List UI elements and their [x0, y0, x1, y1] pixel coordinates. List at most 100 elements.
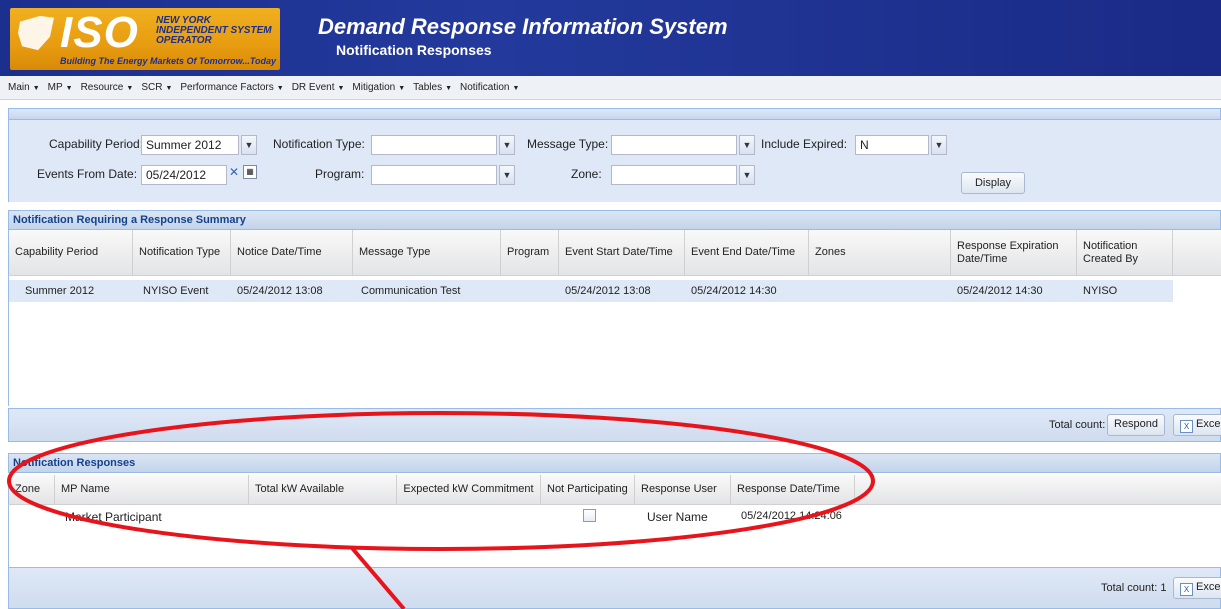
table-cell: 05/24/2012 13:08	[565, 285, 651, 297]
summary-grid-header: Capability Period Notification Type Noti…	[8, 230, 1221, 276]
column-header[interactable]: Not Participating	[541, 475, 635, 504]
chevron-down-icon[interactable]: ▼	[739, 165, 755, 185]
capability-period-select[interactable]: Summer 2012	[141, 135, 239, 155]
column-header[interactable]: Total kW Available	[249, 475, 397, 504]
table-row[interactable]: Market Participant User Name 05/24/2012 …	[9, 505, 855, 527]
column-header[interactable]: Message Type	[353, 230, 501, 275]
menu-mitigation[interactable]: Mitigation ▼	[352, 82, 405, 93]
menu-mp[interactable]: MP ▼	[48, 82, 73, 93]
chevron-down-icon: ▼	[445, 85, 453, 92]
zone-cell	[13, 505, 25, 527]
chevron-down-icon: ▼	[126, 85, 134, 92]
events-from-date-input[interactable]: 05/24/2012	[141, 165, 227, 185]
nyiso-logo: ISO NEW YORK INDEPENDENT SYSTEM OPERATOR…	[10, 8, 280, 70]
chevron-down-icon: ▼	[65, 85, 73, 92]
menu-main[interactable]: Main ▼	[8, 82, 40, 93]
include-expired-select[interactable]: N	[855, 135, 929, 155]
not-participating-checkbox[interactable]	[583, 509, 596, 522]
column-header[interactable]: Response Date/Time	[731, 475, 855, 504]
app-title: Demand Response Information System	[318, 14, 728, 39]
display-button[interactable]: Display	[961, 172, 1025, 194]
response-datetime-cell: 05/24/2012 14:24:06	[741, 510, 842, 522]
responses-panel-title: Notification Responses	[8, 453, 1221, 473]
excel-icon: X	[1180, 583, 1193, 596]
new-york-state-icon	[18, 15, 54, 51]
responses-footer: Total count: 1 X Excel	[8, 567, 1221, 609]
chevron-down-icon: ▼	[276, 85, 284, 92]
responses-total-count: Total count: 1	[1101, 582, 1167, 594]
chevron-down-icon: ▼	[337, 85, 345, 92]
responses-grid-body: Market Participant User Name 05/24/2012 …	[8, 505, 1221, 567]
column-header[interactable]: Zones	[809, 230, 951, 275]
column-header[interactable]: Event Start Date/Time	[559, 230, 685, 275]
responses-grid-header: Zone MP Name Total kW Available Expected…	[8, 475, 1221, 505]
summary-total-count: Total count: 1	[1049, 419, 1115, 431]
column-header[interactable]: MP Name	[55, 475, 249, 504]
summary-excel-button[interactable]: X Excel	[1173, 414, 1221, 436]
column-header[interactable]: Expected kW Commitment	[397, 475, 541, 504]
column-header[interactable]: Response Expiration Date/Time	[951, 230, 1077, 275]
menu-tables[interactable]: Tables ▼	[413, 82, 452, 93]
column-header[interactable]: Notice Date/Time	[231, 230, 353, 275]
chevron-down-icon[interactable]: ▼	[739, 135, 755, 155]
menu-scr[interactable]: SCR ▼	[141, 82, 172, 93]
responses-excel-button[interactable]: X Excel	[1173, 577, 1221, 599]
expected-kw-cell	[401, 505, 413, 527]
chevron-down-icon: ▼	[398, 85, 406, 92]
chevron-down-icon: ▼	[165, 85, 173, 92]
column-header[interactable]: Capability Period	[9, 230, 133, 275]
table-cell: NYISO	[1083, 285, 1118, 297]
notification-type-label: Notification Type:	[273, 137, 365, 151]
summary-panel-title: Notification Requiring a Response Summar…	[8, 210, 1221, 230]
menu-dr-event[interactable]: DR Event ▼	[292, 82, 345, 93]
menu-notification[interactable]: Notification ▼	[460, 82, 519, 93]
notification-type-select[interactable]	[371, 135, 497, 155]
respond-button[interactable]: Respond	[1107, 414, 1166, 436]
table-row[interactable]: Summer 2012 NYISO Event 05/24/2012 13:08…	[9, 280, 1173, 302]
summary-grid-body: Summer 2012 NYISO Event 05/24/2012 13:08…	[8, 276, 1221, 406]
table-cell: 05/24/2012 14:30	[691, 285, 777, 297]
calendar-icon[interactable]: ▦	[243, 165, 257, 179]
mp-name-cell: Market Participant	[65, 510, 162, 524]
total-kw-cell	[253, 505, 265, 527]
table-cell: Summer 2012	[25, 285, 95, 297]
chevron-down-icon: ▼	[512, 85, 520, 92]
clear-date-icon[interactable]: ✕	[229, 165, 239, 179]
chevron-down-icon[interactable]: ▼	[499, 165, 515, 185]
include-expired-label: Include Expired:	[761, 137, 848, 151]
logo-org-text: NEW YORK INDEPENDENT SYSTEM OPERATOR	[156, 15, 272, 46]
column-header[interactable]: Notification Type	[133, 230, 231, 275]
zone-select[interactable]	[611, 165, 737, 185]
events-from-date-label: Events From Date:	[37, 167, 138, 181]
column-header[interactable]: Event End Date/Time	[685, 230, 809, 275]
message-type-select[interactable]	[611, 135, 737, 155]
program-select[interactable]	[371, 165, 497, 185]
zone-label: Zone:	[571, 167, 602, 181]
chevron-down-icon[interactable]: ▼	[241, 135, 257, 155]
main-menu-bar: Main ▼ MP ▼ Resource ▼ SCR ▼ Performance Fac…	[0, 76, 1221, 100]
app-header: ISO NEW YORK INDEPENDENT SYSTEM OPERATOR…	[0, 0, 1221, 76]
menu-performance-factors[interactable]: Performance Factors ▼	[180, 82, 283, 93]
logo-tagline: Building The Energy Markets Of Tomorrow.…	[60, 56, 277, 66]
page-subtitle: Notification Responses	[336, 42, 492, 58]
column-header[interactable]: Response User	[635, 475, 731, 504]
capability-period-label: Capability Period:	[49, 137, 144, 151]
summary-footer: Total count: 1 Respond X Excel	[8, 408, 1221, 442]
table-cell	[503, 280, 515, 302]
menu-resource[interactable]: Resource ▼	[81, 82, 134, 93]
toolbar-strip	[8, 108, 1221, 120]
column-header[interactable]: Zone	[9, 475, 55, 504]
table-cell: 05/24/2012 13:08	[237, 285, 323, 297]
chevron-down-icon[interactable]: ▼	[499, 135, 515, 155]
column-header[interactable]: Program	[501, 230, 559, 275]
response-user-cell: User Name	[647, 510, 708, 524]
column-header[interactable]: Notification Created By	[1077, 230, 1173, 275]
excel-icon: X	[1180, 420, 1193, 433]
message-type-label: Message Type:	[527, 137, 609, 151]
table-cell: NYISO Event	[143, 285, 209, 297]
filter-panel: Capability Period: Summer 2012 ▼ Notific…	[8, 120, 1221, 202]
table-cell: 05/24/2012 14:30	[957, 285, 1043, 297]
table-cell	[809, 280, 821, 302]
table-cell: Communication Test	[361, 285, 461, 297]
chevron-down-icon[interactable]: ▼	[931, 135, 947, 155]
